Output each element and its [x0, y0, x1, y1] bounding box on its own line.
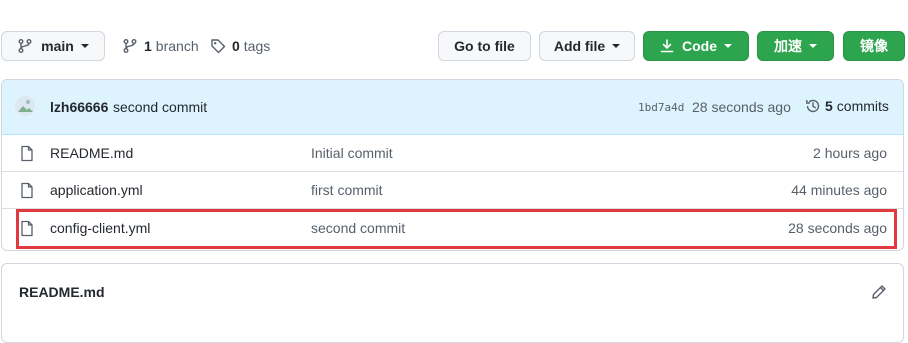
file-row: application.yml first commit 44 minutes … [2, 172, 903, 209]
tags-label: tags [243, 38, 271, 54]
file-commit-message-link[interactable]: Initial commit [311, 145, 393, 161]
commit-time: 28 seconds ago [692, 99, 791, 115]
file-commit-time: 2 hours ago [813, 145, 887, 161]
accelerate-label: 加速 [774, 38, 802, 54]
git-branch-icon [18, 39, 32, 53]
chevron-down-icon [80, 44, 89, 48]
latest-commit-header: lzh66666 second commit 1bd7a4d 28 second… [2, 80, 903, 135]
avatar[interactable] [15, 96, 35, 116]
commits-label: commits [836, 98, 889, 114]
go-to-file-label: Go to file [454, 38, 515, 54]
go-to-file-button[interactable]: Go to file [438, 31, 531, 61]
commit-message-link[interactable]: second commit [113, 99, 207, 115]
avatar-image-icon [15, 96, 35, 116]
branches-link[interactable]: 1 branch [122, 31, 199, 61]
commit-author-link[interactable]: lzh66666 [50, 99, 108, 115]
add-file-label: Add file [553, 38, 606, 54]
pencil-icon[interactable] [871, 284, 887, 300]
code-button[interactable]: Code [643, 31, 749, 61]
highlight-annotation-box [16, 209, 897, 249]
commit-sha-link[interactable]: 1bd7a4d [638, 101, 684, 114]
history-icon [806, 99, 820, 113]
chevron-down-icon [724, 44, 732, 48]
branches-count: 1 [144, 38, 152, 54]
tags-count: 0 [232, 38, 240, 54]
chevron-down-icon [809, 44, 817, 48]
git-branch-icon [123, 39, 137, 53]
branches-label: branch [155, 38, 199, 54]
mirror-label: 镜像 [860, 38, 888, 54]
readme-box: README.md [1, 263, 904, 343]
readme-title: README.md [19, 284, 105, 300]
file-icon [21, 145, 33, 162]
tags-link[interactable]: 0 tags [210, 31, 270, 61]
repo-toolbar: main 1 branch 0 tags Go to file Add file… [0, 31, 908, 63]
file-name-link[interactable]: application.yml [50, 182, 143, 198]
chevron-down-icon [612, 44, 621, 48]
commits-history-link[interactable]: 5 commits [805, 98, 889, 114]
tag-icon [211, 39, 226, 54]
file-commit-time: 44 minutes ago [791, 182, 887, 198]
file-row: README.md Initial commit 2 hours ago [2, 135, 903, 172]
file-commit-message-link[interactable]: first commit [311, 182, 383, 198]
mirror-button[interactable]: 镜像 [843, 31, 905, 61]
branch-select-button[interactable]: main [1, 31, 105, 61]
file-name-link[interactable]: README.md [50, 145, 133, 161]
add-file-button[interactable]: Add file [539, 31, 635, 61]
commits-count: 5 [825, 98, 833, 114]
download-icon [660, 39, 674, 53]
file-icon [21, 182, 33, 199]
accelerate-button[interactable]: 加速 [757, 31, 834, 61]
code-label: Code [682, 38, 717, 54]
branch-select-label: main [41, 38, 74, 54]
